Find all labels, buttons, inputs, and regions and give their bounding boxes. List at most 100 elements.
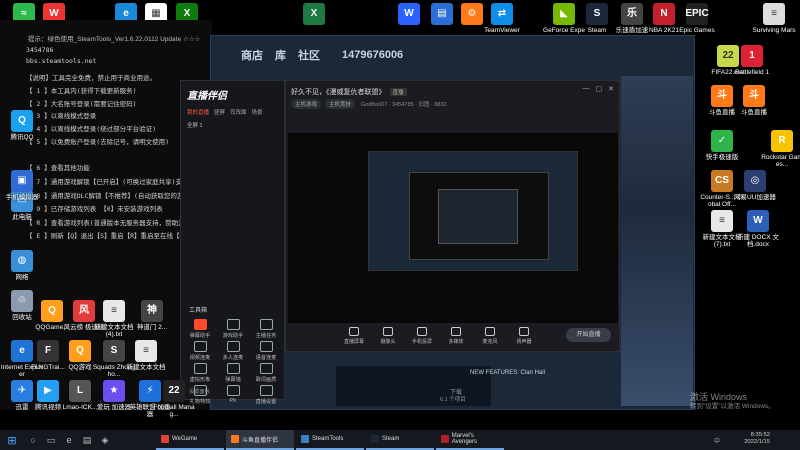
live-preview-window[interactable]: 好久不见，《漫威复仇者联盟》 直播 — ▢ ✕ 主机游戏 主机竞技 GodBo00… xyxy=(285,80,620,352)
tool-icon xyxy=(259,341,273,352)
tool-2[interactable]: 游戏助手 xyxy=(218,319,248,339)
windows-start-icon[interactable]: ⊞ xyxy=(0,430,24,450)
taskbar-app-icon xyxy=(441,435,449,443)
source-control-5[interactable]: 麦克风 xyxy=(477,327,503,345)
start-live-button[interactable]: 开始直播 xyxy=(566,328,611,342)
desktop-icon[interactable]: R Rockstar Games... xyxy=(760,130,800,169)
taskbar: ⊞ ○ ▭ e ▤ ◈ WeGame 斗鱼直播伴侣 SteamTools Steam M… xyxy=(0,430,800,450)
activation-watermark: 激活 Windows 转到"设置"以激活 Windows。 xyxy=(690,392,775,410)
tool-label: 游戏助手 xyxy=(222,333,244,339)
explorer-icon[interactable]: ▤ xyxy=(78,430,96,450)
desktop-icon[interactable]: 22 Football Manag... xyxy=(152,380,196,419)
desktop-icon[interactable]: X xyxy=(292,3,336,27)
input-language[interactable]: 中 xyxy=(714,436,720,445)
close-icon[interactable]: ✕ xyxy=(608,85,614,93)
chip-console-game[interactable]: 主机游戏 xyxy=(291,99,322,109)
desktop-icon[interactable]: 斗斗鱼直播 xyxy=(732,85,776,116)
app-icon: ⇄ xyxy=(491,3,513,25)
taskbar-app[interactable]: 斗鱼直播伴侣 xyxy=(226,430,294,450)
taskbar-app[interactable]: Steam xyxy=(366,430,434,450)
app-icon: F xyxy=(37,340,59,362)
tool-label: 歌词画质 xyxy=(255,377,277,383)
desktop-icon[interactable]: ≡ 新建文本文档 xyxy=(124,340,168,371)
app-icon: ≡ xyxy=(763,3,785,25)
tool-8[interactable]: 弹幕墙 xyxy=(218,363,248,383)
source-control-label: 直播屏幕 xyxy=(343,339,364,345)
taskbar-app[interactable]: SteamTools xyxy=(296,430,364,450)
source-control-2[interactable]: 摄像头 xyxy=(375,327,401,345)
scene-item[interactable]: 全屏 1 xyxy=(187,121,203,129)
source-control-1[interactable]: 直播屏幕 xyxy=(341,327,367,345)
nested-steam-preview xyxy=(368,151,578,271)
tool-9[interactable]: 歌词画质 xyxy=(251,363,281,383)
tool-11[interactable]: PK xyxy=(218,385,248,404)
taskbar-app[interactable]: Marvel's Avengers xyxy=(436,430,504,450)
window-controls: — ▢ ✕ xyxy=(583,85,615,93)
desktop-icon[interactable]: ▣ 手机模拟器 xyxy=(0,170,44,201)
edge-icon[interactable]: e xyxy=(60,430,78,450)
source-control-icon xyxy=(451,327,461,336)
app-icon: ▶ xyxy=(37,380,59,402)
desktop-icon[interactable]: ◎ 网易UU加速器 xyxy=(733,170,777,201)
desktop-icon[interactable]: 神神道门 2... xyxy=(130,300,174,331)
chip-console-competitive[interactable]: 主机竞技 xyxy=(325,99,356,109)
tool-icon xyxy=(259,319,273,330)
console-line: 【 8 】通用游戏DLC解锁【不推荐】(自动获取您的游 xyxy=(26,192,184,200)
source-control-3[interactable]: 手机投屏 xyxy=(409,327,435,345)
desktop-icon-label: 此电脑 xyxy=(12,214,32,221)
minimize-icon[interactable]: — xyxy=(583,85,590,93)
desktop-icon[interactable]: Q 腾讯QQ xyxy=(0,110,44,141)
taskbar-app[interactable]: WeGame xyxy=(156,430,224,450)
tab-edit[interactable]: 司改面 xyxy=(230,108,247,116)
steam-nav-store[interactable]: 商店 xyxy=(241,47,263,63)
desktop-icon-label: Football Manag... xyxy=(153,404,195,419)
desktop-icon[interactable]: ⇄ TeamViewer xyxy=(480,3,524,34)
desktop-icon[interactable]: EPIC Epic Games xyxy=(675,3,719,34)
app-icon: N xyxy=(653,3,675,25)
desktop-icon-label: 网络 xyxy=(15,274,29,281)
tab-my-live[interactable]: 我的直播 xyxy=(187,108,209,116)
steam-nav-library[interactable]: 库 xyxy=(275,47,286,63)
steam-news-card[interactable] xyxy=(336,366,491,406)
tool-3[interactable]: 主播任务 xyxy=(251,319,281,339)
source-control-6[interactable]: 扬声器 xyxy=(511,327,537,345)
store-icon[interactable]: ◈ xyxy=(96,430,114,450)
steam-nav-community[interactable]: 社区 xyxy=(298,47,320,63)
broadcast-assistant-panel[interactable]: 直播伴侣 我的直播 竖屏 司改面 场景 全屏 1 工具箱 弹幕助手 游戏助手 主播任… xyxy=(180,80,285,405)
taskbar-app-icon xyxy=(161,435,169,443)
desktop-icon[interactable]: 1 Battlefield 1 xyxy=(730,45,774,76)
tool-12[interactable]: 直播设置 xyxy=(251,385,281,405)
tool-label: 直播设置 xyxy=(255,399,277,405)
maximize-icon[interactable]: ▢ xyxy=(596,85,603,93)
console-line: 【 9 】已存储游戏列表 【0】未安装游戏列表 xyxy=(26,205,163,213)
tool-4[interactable]: 视频连麦 xyxy=(185,341,215,361)
desktop-icon[interactable]: ≡ Surviving Mars xyxy=(752,3,796,34)
tool-5[interactable]: 多人连麦 xyxy=(218,341,248,361)
desktop-icon[interactable]: ◍ 网络 xyxy=(0,250,44,281)
console-line: 【 5 】以免费账户登录(去除记号，请明文使用) xyxy=(26,138,170,146)
tab-vertical[interactable]: 竖屏 xyxy=(214,108,225,116)
desktop-icon-label: Epic Games xyxy=(679,27,715,34)
app-icon: Q xyxy=(11,110,33,132)
app-icon: ◍ xyxy=(11,250,33,272)
app-icon: 神 xyxy=(141,300,163,322)
app-icon: 1 xyxy=(741,45,763,67)
search-icon[interactable]: ○ xyxy=(24,430,42,450)
preview-screen xyxy=(288,133,618,323)
desktop-icon[interactable]: ✓ 快手极速版 xyxy=(700,130,744,161)
tool-1[interactable]: 弹幕助手 xyxy=(185,319,215,339)
steam-account[interactable]: 1479676006 xyxy=(342,49,403,61)
task-view-icon[interactable]: ▭ xyxy=(42,430,60,450)
tool-6[interactable]: 语音连麦 xyxy=(251,341,281,361)
app-icon: 斗 xyxy=(711,85,733,107)
tool-icon xyxy=(226,385,240,396)
tool-icon xyxy=(259,363,273,374)
source-control-icon xyxy=(383,327,393,336)
desktop-icon-label: Rockstar Games... xyxy=(761,154,800,169)
system-clock[interactable]: 8:35:52 2022/1/15 xyxy=(744,432,770,446)
tab-scene[interactable]: 场景 xyxy=(252,108,263,116)
app-icon: ◣ xyxy=(553,3,575,25)
desktop-icon[interactable]: W 新建 DOCX 文档.docx xyxy=(736,210,780,249)
app-icon: ≡ xyxy=(711,210,733,232)
source-control-4[interactable]: 多媒体 xyxy=(443,327,469,345)
